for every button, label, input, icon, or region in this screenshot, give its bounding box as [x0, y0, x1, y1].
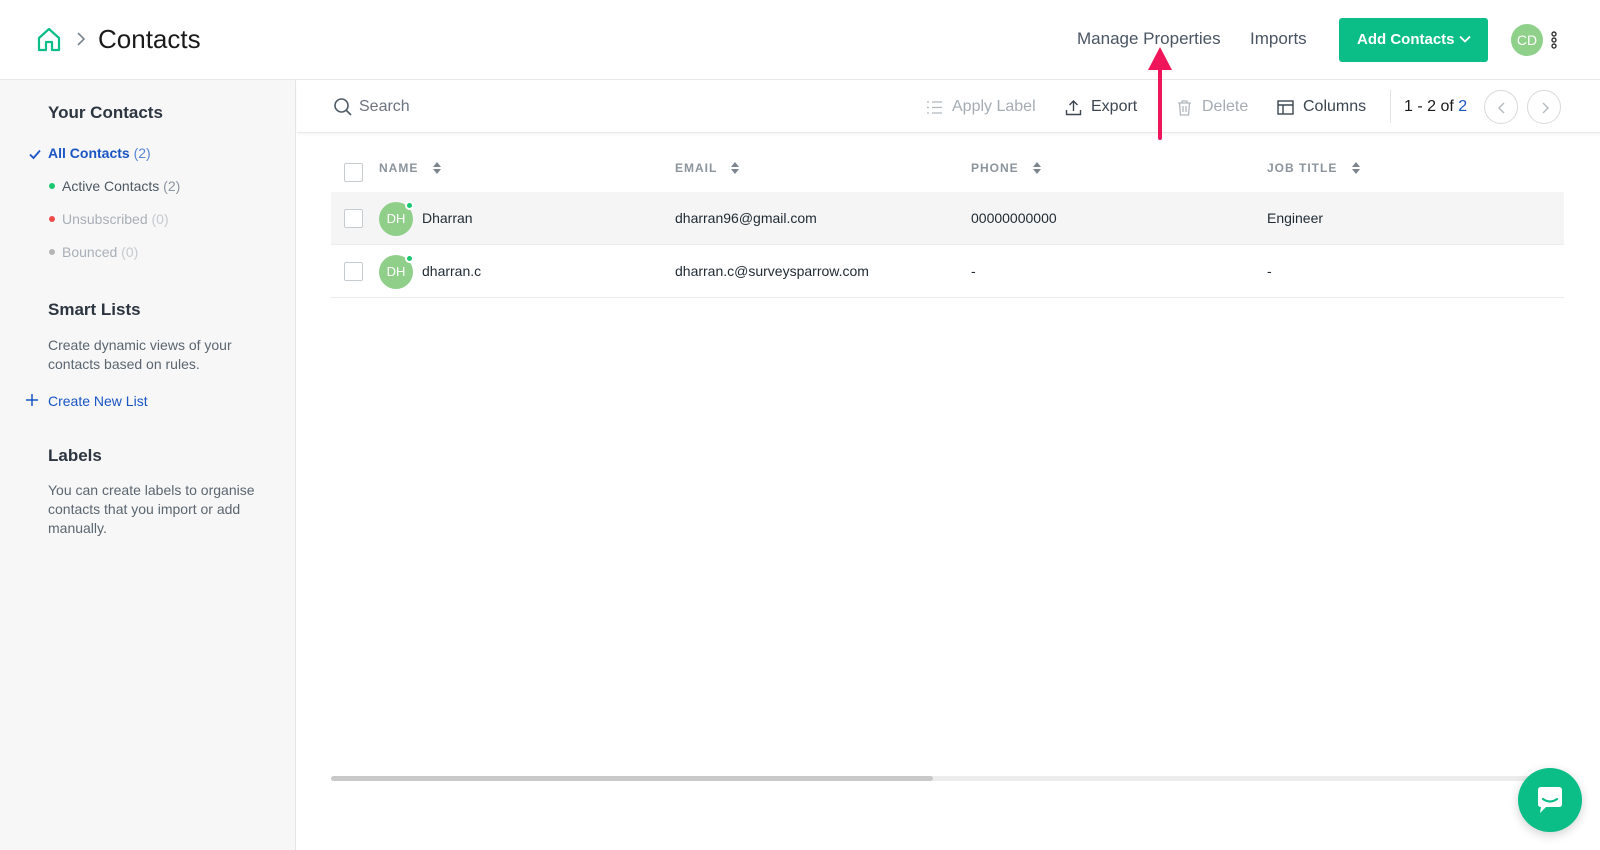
row-checkbox[interactable]: [344, 209, 363, 228]
column-header-job-title[interactable]: JOB TITLE: [1267, 160, 1361, 176]
sidebar-item-count: (0): [121, 244, 139, 260]
avatar: DH: [379, 201, 414, 236]
sort-icon: [432, 162, 441, 174]
list-icon: [927, 101, 942, 114]
pager-range: 1 - 2: [1404, 98, 1437, 115]
column-header-label: EMAIL: [675, 161, 718, 175]
sidebar-item-count: (2): [163, 178, 181, 194]
sidebar-item-active-contacts[interactable]: Active Contacts (2): [49, 177, 180, 195]
smart-lists-description: Create dynamic views of your contacts ba…: [48, 337, 232, 372]
chevron-right-icon: [77, 32, 86, 46]
sort-icon: [731, 162, 740, 174]
table-row[interactable]: DH dharran.c dharran.c@surveysparrow.com…: [331, 245, 1564, 298]
check-icon: [29, 149, 41, 160]
sidebar-item-unsubscribed[interactable]: Unsubscribed (0): [49, 210, 169, 228]
sidebar-item-label: All Contacts: [48, 145, 130, 161]
toolbar-divider: [1390, 90, 1391, 123]
contact-job-title: -: [1267, 263, 1272, 279]
home-icon[interactable]: [36, 26, 62, 52]
chevron-down-icon: [1459, 35, 1471, 43]
user-avatar[interactable]: CD: [1511, 24, 1543, 56]
status-dot: [405, 254, 414, 263]
column-header-phone[interactable]: PHONE: [971, 160, 1042, 176]
status-dot-active: [49, 183, 55, 189]
upload-icon: [1065, 100, 1082, 116]
avatar-initials: DH: [386, 264, 406, 279]
contacts-toolbar: Apply Label Export Delete Columns 1 - 2 …: [297, 80, 1600, 133]
horizontal-scrollbar[interactable]: [331, 776, 1564, 781]
table-header-row: NAME EMAIL PHONE JOB TITLE: [331, 144, 1564, 192]
contact-name[interactable]: dharran.c: [422, 262, 481, 281]
smart-lists-heading: Smart Lists: [48, 300, 141, 319]
avatar-initials: DH: [386, 211, 406, 226]
column-header-email[interactable]: EMAIL: [675, 160, 740, 176]
contact-phone: 00000000000: [971, 210, 1057, 226]
scrollbar-thumb[interactable]: [331, 776, 933, 781]
labels-heading: Labels: [48, 446, 102, 465]
next-page-button[interactable]: [1527, 90, 1561, 124]
contact-email: dharran96@gmail.com: [675, 210, 817, 226]
contact-name[interactable]: Dharran: [422, 209, 473, 228]
pager-total: 2: [1458, 98, 1468, 115]
page-title: Contacts: [98, 24, 201, 54]
create-new-list-link[interactable]: Create New List: [48, 392, 148, 410]
columns-button[interactable]: Columns: [1277, 96, 1366, 118]
column-header-label: JOB TITLE: [1267, 161, 1338, 175]
sidebar-item-label: Active Contacts: [62, 178, 160, 194]
search-icon: [334, 98, 352, 116]
status-dot-bounced: [49, 249, 55, 255]
table-row[interactable]: DH Dharran dharran96@gmail.com 000000000…: [331, 192, 1564, 245]
status-dot: [405, 201, 414, 210]
status-dot-unsubscribed: [49, 216, 55, 222]
select-all-checkbox[interactable]: [344, 163, 363, 182]
add-contacts-label: Add Contacts: [1357, 31, 1455, 48]
chevron-left-icon: [1498, 102, 1505, 114]
sidebar-item-bounced[interactable]: Bounced (0): [49, 243, 138, 261]
sidebar: [0, 80, 296, 850]
column-header-label: NAME: [379, 161, 419, 175]
delete-button[interactable]: Delete: [1176, 96, 1248, 118]
sort-icon: [1033, 162, 1042, 174]
column-header-name[interactable]: NAME: [379, 160, 442, 176]
annotation-arrow: [1148, 47, 1172, 140]
chevron-right-icon: [1542, 102, 1549, 114]
chat-icon: [1538, 787, 1562, 813]
trash-icon: [1178, 100, 1191, 116]
labels-description: You can create labels to organise contac…: [48, 482, 255, 536]
more-options-icon[interactable]: [1550, 30, 1558, 50]
contact-email: dharran.c@surveysparrow.com: [675, 263, 869, 279]
export-button[interactable]: Export: [1065, 96, 1137, 118]
sort-icon: [1351, 162, 1360, 174]
row-checkbox[interactable]: [344, 262, 363, 281]
sidebar-item-all-contacts[interactable]: All Contacts (2): [48, 144, 151, 162]
chat-support-button[interactable]: [1518, 768, 1582, 832]
contact-job-title: Engineer: [1267, 210, 1324, 226]
sidebar-item-label: Unsubscribed: [62, 211, 148, 227]
add-contacts-button[interactable]: Add Contacts: [1339, 18, 1488, 62]
sidebar-item-label: Bounced: [62, 244, 118, 260]
prev-page-button[interactable]: [1484, 90, 1518, 124]
your-contacts-heading: Your Contacts: [48, 103, 163, 122]
sidebar-item-count: (0): [151, 211, 169, 227]
avatar: DH: [379, 254, 414, 289]
columns-icon: [1277, 100, 1294, 115]
search-input[interactable]: [359, 94, 659, 120]
top-header: Contacts Manage Properties Imports Add C…: [0, 0, 1600, 80]
pagination-summary: 1 - 2 of 2: [1404, 96, 1467, 118]
column-header-label: PHONE: [971, 161, 1019, 175]
contact-phone: -: [971, 263, 976, 279]
apply-label-button[interactable]: Apply Label: [926, 96, 1036, 118]
sidebar-item-count: (2): [133, 145, 151, 161]
pager-of: of: [1436, 98, 1459, 115]
plus-icon[interactable]: [25, 393, 39, 407]
imports-link[interactable]: Imports: [1250, 28, 1307, 50]
